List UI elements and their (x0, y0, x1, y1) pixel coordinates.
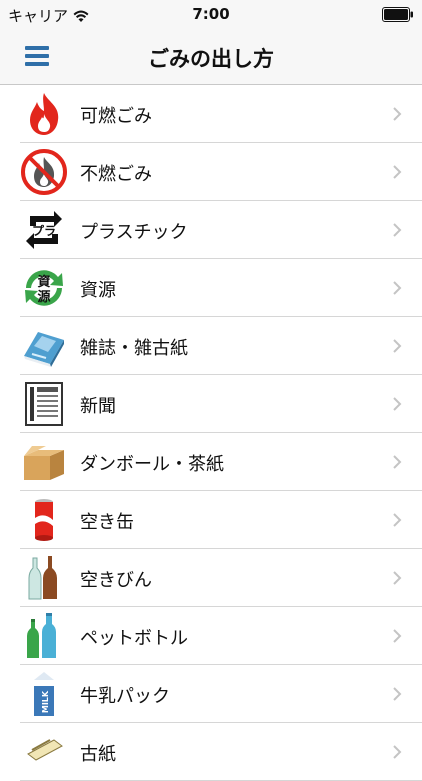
list-item-newspaper[interactable]: 新聞 (0, 375, 422, 433)
status-time: 7:00 (192, 5, 230, 23)
bottle-icon (20, 554, 68, 602)
plastic-recycle-icon: プラ (20, 206, 68, 254)
battery-icon (382, 7, 413, 22)
navigation-bar: ごみの出し方 (0, 28, 422, 85)
list-item-label: 空き缶 (80, 512, 134, 533)
chevron-right-icon (393, 571, 402, 585)
list-item-bottles[interactable]: 空きびん (0, 549, 422, 607)
list-item-label: プラスチック (80, 222, 188, 243)
magazine-icon (20, 322, 68, 370)
list-item-label: 雑誌・雑古紙 (80, 338, 188, 359)
flame-icon (20, 90, 68, 138)
resources-mark-top: 資 (37, 274, 50, 290)
list-item-label: 空きびん (80, 570, 152, 591)
list-item-label: 資源 (80, 280, 116, 301)
list-item-plastic[interactable]: プラ プラスチック (0, 201, 422, 259)
list-item-non-burnable[interactable]: 不燃ごみ (0, 143, 422, 201)
list-item-pet-bottles[interactable]: ペットボトル (0, 607, 422, 665)
chevron-right-icon (393, 513, 402, 527)
list-item-label: 牛乳パック (80, 686, 170, 707)
chevron-right-icon (393, 281, 402, 295)
list-item-label: ダンボール・茶紙 (80, 454, 224, 475)
chevron-right-icon (393, 455, 402, 469)
chevron-right-icon (393, 745, 402, 759)
chevron-right-icon (393, 223, 402, 237)
chevron-right-icon (393, 339, 402, 353)
list-item-label: 古紙 (80, 744, 116, 765)
pet-bottle-icon (20, 612, 68, 660)
can-icon (20, 496, 68, 544)
chevron-right-icon (393, 107, 402, 121)
list-item-old-paper[interactable]: 古紙 (0, 723, 422, 781)
garbage-category-list: 可燃ごみ 不燃ごみ プラ プラスチック 資 源 資源 雑誌・雑古紙 新聞 ダンボ… (0, 85, 422, 781)
list-item-burnable[interactable]: 可燃ごみ (0, 85, 422, 143)
list-item-label: 不燃ごみ (80, 164, 152, 185)
list-item-label: 新聞 (80, 396, 116, 417)
list-item-cardboard[interactable]: ダンボール・茶紙 (0, 433, 422, 491)
paper-icon (20, 728, 68, 776)
list-item-milk-cartons[interactable]: MILK 牛乳パック (0, 665, 422, 723)
resources-mark-bottom: 源 (37, 289, 50, 305)
chevron-right-icon (393, 629, 402, 643)
no-burn-icon (20, 148, 68, 196)
list-item-magazines[interactable]: 雑誌・雑古紙 (0, 317, 422, 375)
plastic-mark-text: プラ (32, 223, 56, 238)
resources-recycle-icon: 資 源 (20, 264, 68, 312)
milk-carton-icon: MILK (20, 670, 68, 718)
chevron-right-icon (393, 165, 402, 179)
chevron-right-icon (393, 687, 402, 701)
page-title: ごみの出し方 (148, 47, 274, 71)
list-item-cans[interactable]: 空き缶 (0, 491, 422, 549)
newspaper-icon (20, 380, 68, 428)
list-item-resources[interactable]: 資 源 資源 (0, 259, 422, 317)
status-bar: キャリア 7:00 (0, 0, 422, 28)
cardboard-box-icon (20, 438, 68, 486)
chevron-right-icon (393, 397, 402, 411)
list-item-label: ペットボトル (80, 628, 188, 649)
list-item-label: 可燃ごみ (80, 106, 152, 127)
milk-mark-text: MILK (41, 690, 50, 713)
